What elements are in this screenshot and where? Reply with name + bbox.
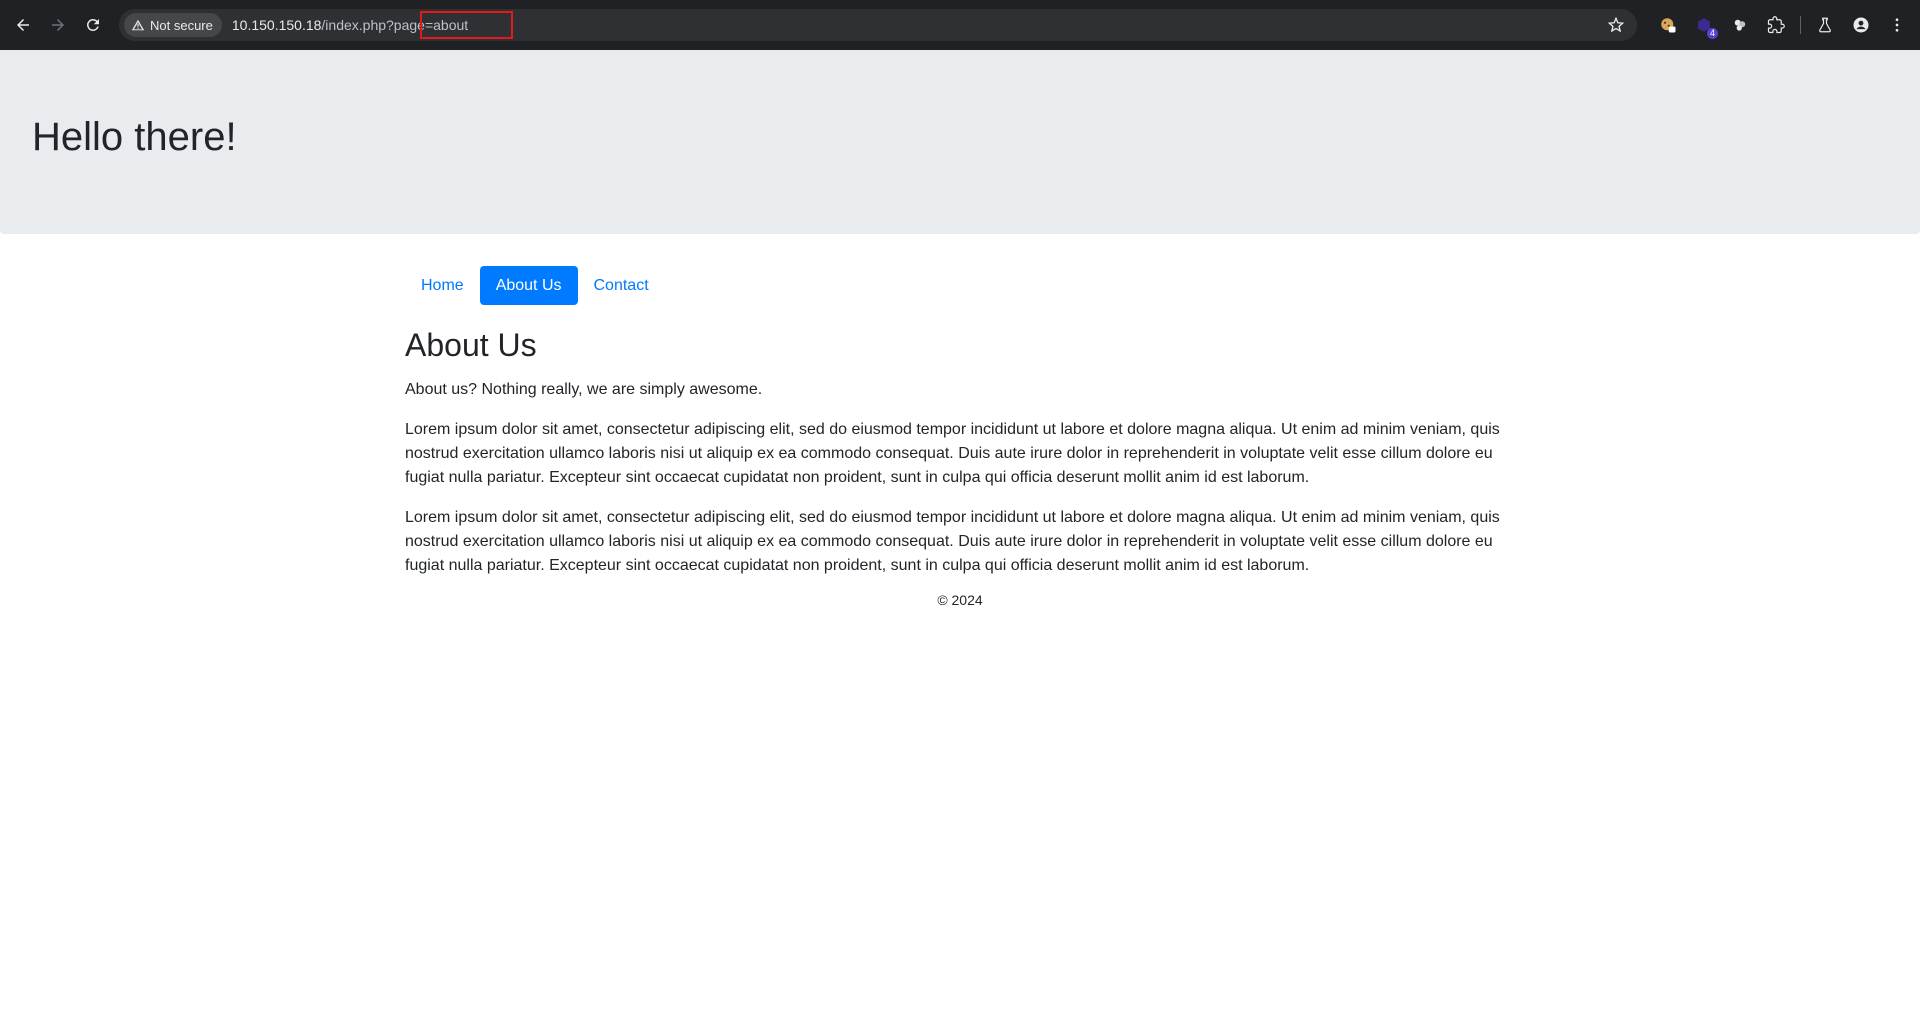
nav-contact-link[interactable]: Contact (578, 266, 665, 305)
menu-button[interactable] (1881, 9, 1913, 41)
star-icon (1608, 17, 1624, 33)
security-indicator[interactable]: Not secure (124, 13, 222, 37)
reload-icon (86, 18, 99, 31)
back-button[interactable] (7, 9, 39, 41)
address-bar[interactable]: Not secure 10.150.150.18/index.php?page=… (119, 9, 1637, 41)
nav-about-link[interactable]: About Us (479, 266, 578, 305)
nav-pills: Home About Us Contact (405, 266, 1515, 305)
cookie-extension-button[interactable] (1652, 9, 1684, 41)
page-heading: About Us (405, 327, 537, 363)
browser-toolbar: Not secure 10.150.150.18/index.php?page=… (0, 0, 1920, 50)
flask-icon (1819, 17, 1831, 33)
extensions-button[interactable] (1760, 9, 1792, 41)
extension-badge: 4 (1706, 28, 1718, 39)
annotation-highlight-box (420, 11, 513, 39)
footer-copyright: © 2024 (937, 592, 983, 608)
cluster-icon (1734, 19, 1746, 31)
cookie-icon (1661, 18, 1676, 33)
extensions-area: 4 (1652, 9, 1913, 41)
purple-extension-button[interactable]: 4 (1688, 9, 1720, 41)
forward-button[interactable] (42, 9, 74, 41)
main-container: Home About Us Contact About Us About us?… (405, 234, 1515, 608)
url-host: 10.150.150.18 (231, 17, 322, 33)
puzzle-icon (1767, 16, 1785, 34)
avatar-icon (1853, 17, 1869, 33)
warning-icon (131, 19, 145, 31)
lorem-paragraph-1: Lorem ipsum dolor sit amet, consectetur … (405, 421, 1500, 486)
cluster-extension-button[interactable] (1724, 9, 1756, 41)
lorem-paragraph-2: Lorem ipsum dolor sit amet, consectetur … (405, 509, 1500, 574)
profile-button[interactable] (1845, 9, 1877, 41)
arrow-right-icon (52, 19, 64, 31)
intro-text: About us? Nothing really, we are simply … (405, 381, 763, 398)
reload-button[interactable] (77, 9, 109, 41)
toolbar-separator (1800, 16, 1801, 34)
jumbotron-title: Hello there! (32, 115, 237, 159)
arrow-left-icon (17, 19, 29, 31)
bookmark-button[interactable] (1605, 14, 1627, 36)
nav-home-link[interactable]: Home (405, 266, 480, 305)
security-label: Not secure (150, 17, 213, 33)
jumbotron: Hello there! (0, 50, 1920, 234)
labs-button[interactable] (1809, 9, 1841, 41)
kebab-menu-icon (1895, 18, 1899, 32)
